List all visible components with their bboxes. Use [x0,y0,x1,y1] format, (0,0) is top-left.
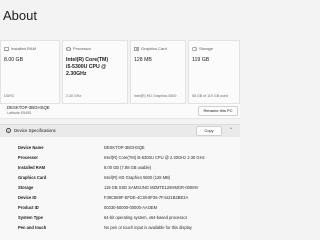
card-value: 128 MB [134,57,152,63]
card-installed-ram: Installed RAM 8.00 GB DDR3 [0,40,60,104]
section-title: Device Specifications [14,128,56,133]
card-processor: Processor Intel(R) Core(TM) i5-5300U CPU… [62,40,128,104]
card-graphics: Graphics Card 128 MB Intel(R) HD Graphic… [130,40,186,104]
card-subtext: 58 GB of 119 GB used [192,94,228,98]
spec-value: 8.00 GB (7.88 GB usable) [104,165,152,170]
card-subtext: Intel(R) HD Graphics 5500 [134,94,177,98]
device-name: DESKTOP-3BGHSQE [7,105,50,110]
page-title: About [3,8,37,23]
copy-button[interactable]: Copy [196,126,222,136]
spec-value: Intel(R) HD Graphics 5500 (128 MB) [104,175,171,180]
spec-key: Storage [18,185,34,190]
spec-value: DESKTOP-3BGHSQE [104,145,145,150]
spec-value: 119 GB SSD SAMSUNG MZMTE128HMGR-000MV [104,185,199,190]
card-value: 119 GB [192,57,210,63]
spec-row: Device Name DESKTOP-3BGHSQE [0,143,240,153]
spec-key: Graphics Card [18,175,47,180]
card-subtext: DDR3 [4,94,14,98]
rename-pc-button[interactable]: Rename this PC [198,106,238,116]
spec-row: Processor Intel(R) Core(TM) i5-5300U CPU… [0,153,240,163]
gpu-icon [134,47,139,51]
spec-key: Installed RAM [18,165,46,170]
spec-key: Pen and touch [18,225,47,230]
spec-row: Installed RAM 8.00 GB (7.88 GB usable) [0,163,240,173]
spec-value: Intel(R) Core(TM) i5-5300U CPU @ 2.30GHz… [104,155,205,160]
device-model: Latitude E5450 [7,111,32,115]
spec-row: Product ID 00330-50000-00000-AAOEM [0,203,240,213]
info-icon: i [6,128,11,133]
card-value: 8.00 GB [4,57,24,63]
chevron-up-icon[interactable]: ⌃ [229,127,233,133]
card-value: Intel(R) Core(TM) i5-5300U CPU @ 2.30GHz [66,57,109,77]
card-label: Storage [199,46,214,51]
spec-value: 00330-50000-00000-AAOEM [104,205,158,210]
spec-value: No pen or touch input is available for t… [104,225,192,230]
memory-icon [4,47,9,51]
card-label: Installed RAM [11,46,36,51]
card-label: Processor [73,46,92,51]
spec-key: Processor [18,155,39,160]
spec-value: 64-bit operating system, x64-based proce… [104,215,188,220]
spec-row: System Type 64-bit operating system, x64… [0,213,240,223]
card-subtext: 2.30 GHz [66,94,82,98]
device-specifications-header[interactable]: i Device Specifications Copy ⌃ [0,124,240,137]
spec-key: Device ID [18,195,37,200]
spec-row: Device ID F39C889F-EFDE-4C38-8F36-7F4421… [0,193,240,203]
specifications-list: Device Name DESKTOP-3BGHSQE Processor In… [0,137,240,240]
spec-row: Pen and touch No pen or touch input is a… [0,223,240,233]
spec-value: F39C889F-EFDE-4C38-8F36-7F4421B2BE3A [104,195,189,200]
storage-icon [192,47,197,51]
card-storage: Storage 119 GB 58 GB of 119 GB used [188,40,240,104]
spec-cards: Installed RAM 8.00 GB DDR3 Processor Int… [0,40,240,104]
card-label: Graphics Card [141,46,167,51]
spec-key: Product ID [18,205,39,210]
device-name-row: DESKTOP-3BGHSQE Latitude E5450 Rename th… [0,104,240,119]
spec-row: Graphics Card Intel(R) HD Graphics 5500 … [0,173,240,183]
spec-key: Device Name [18,145,44,150]
spec-row: Storage 119 GB SSD SAMSUNG MZMTE128HMGR-… [0,183,240,193]
cpu-icon [66,47,71,51]
spec-key: System Type [18,215,43,220]
